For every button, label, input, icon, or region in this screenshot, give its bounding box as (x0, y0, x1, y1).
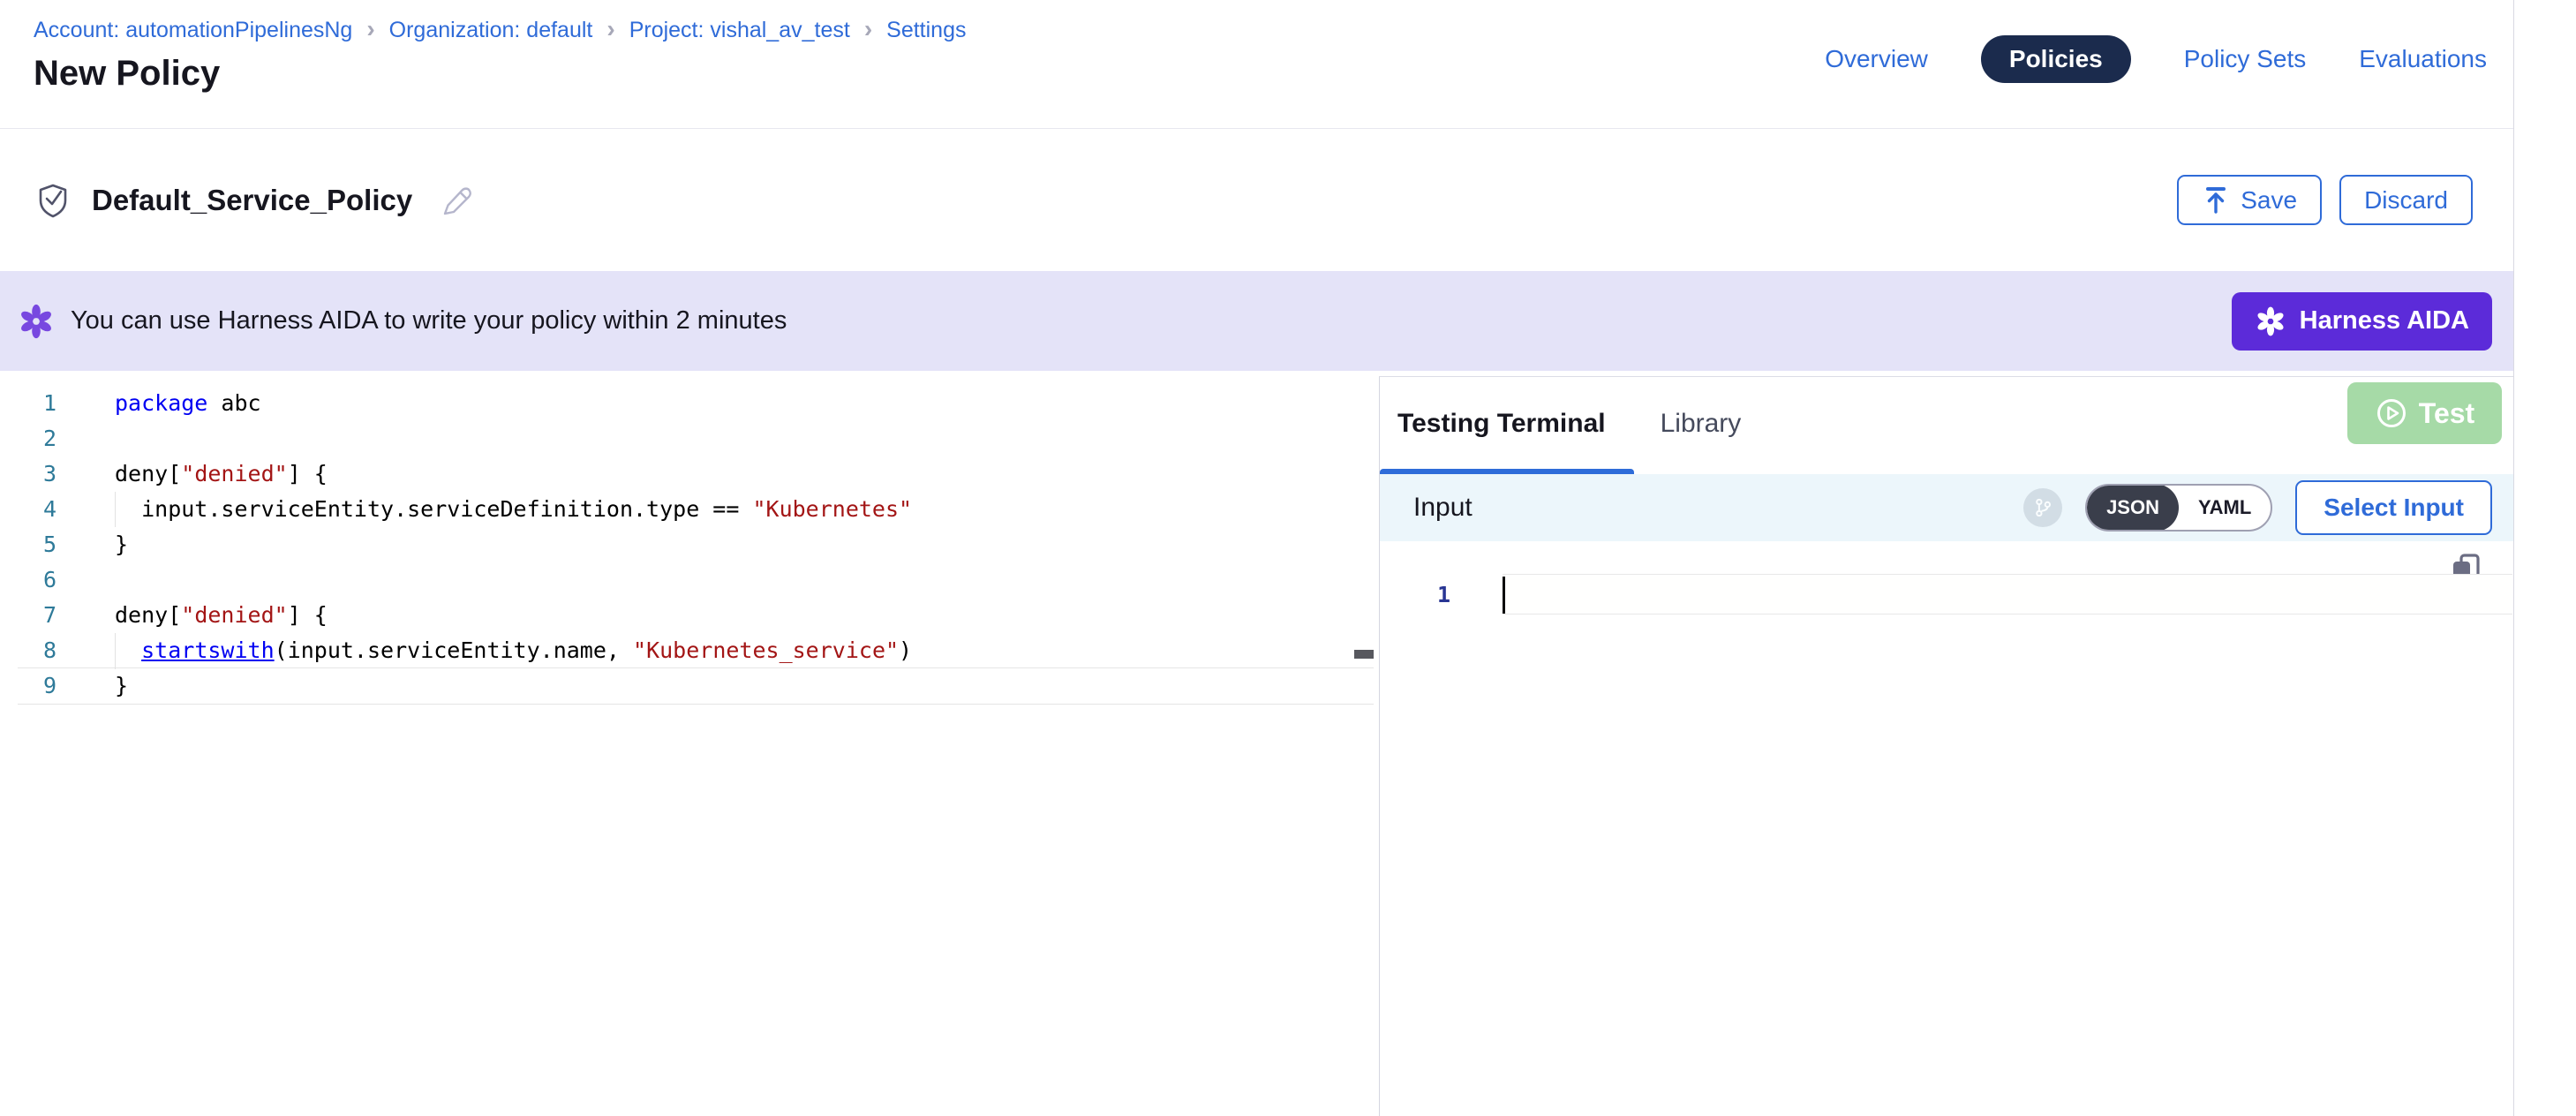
edit-pencil-icon[interactable] (437, 183, 472, 218)
input-line-number: 1 (1420, 577, 1450, 613)
code-line-content: startswith(input.serviceEntity.name, "Ku… (115, 633, 912, 668)
indent-guide (115, 492, 116, 527)
aida-flower-icon (18, 303, 55, 340)
code-token: } (115, 532, 128, 557)
code-token: "Kubernetes" (752, 496, 912, 522)
discard-button-label: Discard (2364, 186, 2448, 215)
chevron-right-icon: › (864, 17, 872, 41)
code-token: deny[ (115, 461, 181, 486)
test-button-label: Test (2419, 397, 2474, 430)
input-header-bar: Input JSONYAML Select Input (1380, 474, 2513, 541)
code-line: 8 startswith(input.serviceEntity.name, "… (0, 633, 1379, 668)
line-number: 7 (0, 598, 56, 633)
code-line: 2 (0, 421, 1379, 456)
code-line-content: package abc (115, 386, 261, 421)
code-line: 7 deny["denied"] { (0, 598, 1379, 633)
overview-ruler-cursor-marker (1354, 650, 1374, 659)
code-line-content: deny["denied"] { (115, 456, 328, 492)
policy-code-editor[interactable]: 1package abc23deny["denied"] {4 input.se… (0, 371, 1379, 1116)
line-number: 2 (0, 421, 56, 456)
terminal-tabs: Testing Terminal Library (1380, 377, 2513, 474)
policy-name: Default_Service_Policy (92, 184, 412, 217)
chevron-right-icon: › (606, 17, 614, 41)
top-nav: Overview Policies Policy Sets Evaluations (1825, 35, 2487, 83)
input-bar-controls: JSONYAML Select Input (2023, 480, 2492, 535)
breadcrumb-link[interactable]: Account: automationPipelinesNg (34, 18, 352, 43)
testing-terminal-panel: Testing Terminal Library Test Input (1379, 376, 2513, 1116)
line-number: 1 (0, 386, 56, 421)
indent-guide (115, 633, 116, 669)
code-token: startswith (141, 637, 275, 663)
discard-button[interactable]: Discard (2339, 175, 2473, 225)
format-toggle: JSONYAML (2085, 484, 2272, 532)
breadcrumb-link[interactable]: Project: vishal_av_test (629, 18, 850, 43)
save-button-label: Save (2241, 186, 2297, 215)
code-line-content: deny["denied"] { (115, 598, 328, 633)
code-line: 5} (0, 527, 1379, 562)
code-token: "Kubernetes_service" (633, 637, 899, 663)
terminal-tab-testing-terminal[interactable]: Testing Terminal (1397, 409, 1606, 474)
code-token: ] { (288, 602, 328, 628)
format-option-yaml[interactable]: YAML (2179, 484, 2271, 532)
code-line: 1 package abc (0, 386, 1379, 421)
terminal-tab-library[interactable]: Library (1661, 409, 1742, 474)
harness-aida-button[interactable]: Harness AIDA (2232, 292, 2492, 351)
line-number: 8 (0, 633, 56, 668)
code-token: deny[ (115, 602, 181, 628)
code-line-content: input.serviceEntity.serviceDefinition.ty… (115, 492, 912, 527)
shield-check-icon (34, 181, 72, 220)
select-input-button[interactable]: Select Input (2295, 480, 2492, 535)
nav-tab-overview[interactable]: Overview (1825, 45, 1928, 73)
aida-banner: You can use Harness AIDA to write your p… (0, 271, 2513, 371)
aida-button-flower-icon (2255, 305, 2286, 337)
code-token: ] { (288, 461, 328, 486)
select-input-label: Select Input (2324, 494, 2464, 522)
current-line-highlight (18, 667, 1374, 705)
line-number: 4 (0, 492, 56, 527)
policy-toolbar: Default_Service_Policy Save Discard (0, 129, 2513, 271)
code-token: "denied" (181, 461, 287, 486)
upload-icon (2202, 185, 2230, 215)
input-json-editor[interactable] (1503, 574, 2512, 927)
code-token: ) (899, 637, 912, 663)
code-token: abc (207, 390, 260, 416)
breadcrumb-link[interactable]: Settings (886, 18, 966, 43)
page-header: Account: automationPipelinesNg › Organizat… (0, 0, 2513, 129)
app-window: Account: automationPipelinesNg › Organizat… (0, 0, 2514, 1116)
play-circle-icon (2375, 396, 2408, 430)
code-token: "denied" (181, 602, 287, 628)
test-button[interactable]: Test (2347, 382, 2502, 444)
nav-tab-policy-sets[interactable]: Policy Sets (2184, 45, 2307, 73)
git-branch-icon (2023, 488, 2062, 527)
input-header-label: Input (1413, 493, 1473, 523)
aida-message: You can use Harness AIDA to write your p… (71, 306, 787, 336)
code-token: package (115, 390, 207, 416)
line-number: 5 (0, 527, 56, 562)
code-line: 4 input.serviceEntity.serviceDefinition.… (0, 492, 1379, 527)
format-option-json[interactable]: JSON (2087, 484, 2179, 532)
toolbar-actions: Save Discard (2177, 175, 2473, 225)
chevron-right-icon: › (366, 17, 374, 41)
main-area: 1package abc23deny["denied"] {4 input.se… (0, 371, 2513, 1116)
aida-button-label: Harness AIDA (2300, 306, 2469, 336)
code-line-content: } (115, 527, 128, 562)
code-token: (input.serviceEntity.name, (275, 637, 633, 663)
code-token (115, 637, 141, 663)
nav-tab-evaluations[interactable]: Evaluations (2359, 45, 2487, 73)
code-token: input.serviceEntity.serviceDefinition.ty… (115, 496, 752, 522)
line-number: 3 (0, 456, 56, 492)
breadcrumb-link[interactable]: Organization: default (389, 18, 593, 43)
code-line: 6 (0, 562, 1379, 598)
nav-tab-policies[interactable]: Policies (1981, 35, 2131, 83)
save-button[interactable]: Save (2177, 175, 2322, 225)
code-line: 3 deny["denied"] { (0, 456, 1379, 492)
line-number: 6 (0, 562, 56, 598)
